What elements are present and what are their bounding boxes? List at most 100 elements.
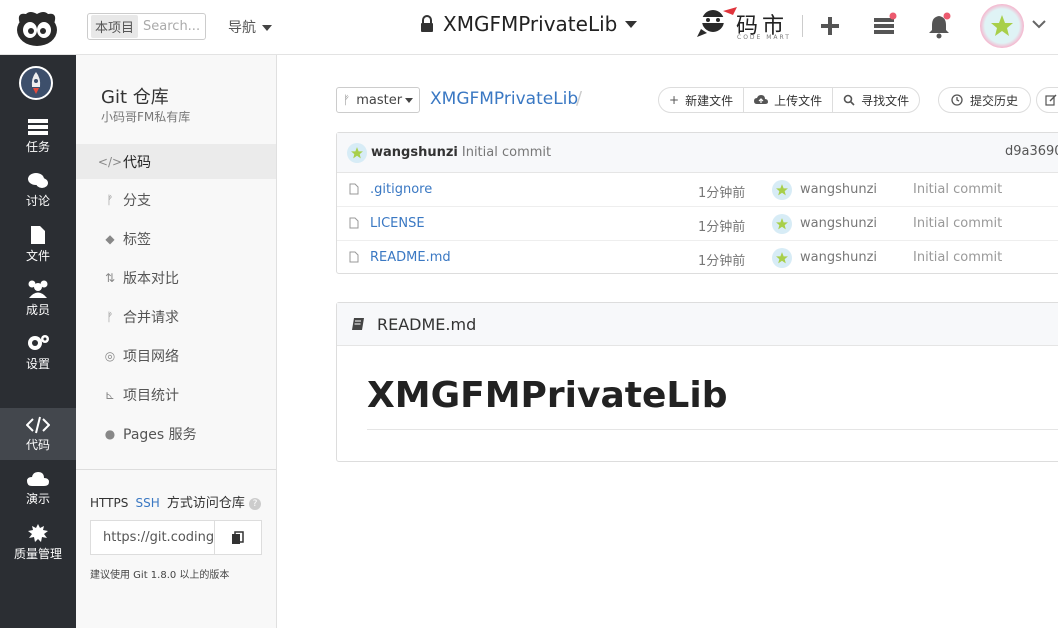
commit-sha[interactable]: d9a3690b — [1005, 144, 1058, 159]
main-content: ᚠ master XMGFMPrivateLib / + 新建文件 上传文件 寻… — [277, 55, 1058, 628]
sidebar-item-members[interactable]: 成员 — [0, 272, 76, 324]
copy-button[interactable] — [215, 521, 261, 554]
commit-history-label: 提交历史 — [970, 93, 1019, 108]
commit-author[interactable]: wangshunzi — [371, 145, 458, 160]
new-file-button[interactable]: + 新建文件 — [658, 87, 745, 113]
star-avatar-icon — [776, 184, 788, 196]
committer-avatar[interactable] — [347, 142, 367, 163]
sidebar-item-label: 代码 — [25, 437, 50, 452]
subnav-item-label: 合并请求 — [123, 309, 179, 326]
project-switcher[interactable]: XMGFMPrivateLib — [420, 12, 638, 36]
plus-icon[interactable] — [816, 12, 844, 40]
file-name[interactable]: README.md — [370, 250, 451, 265]
sidebar-item-tasks[interactable]: 任务 — [0, 110, 76, 162]
search-scope[interactable]: 本项目 — [91, 15, 139, 38]
file-commit-message[interactable]: Initial commit — [913, 216, 1002, 231]
subnav-item-merge-requests[interactable]: ᚠ 合并请求 — [76, 299, 276, 334]
upload-file-button[interactable]: 上传文件 — [743, 87, 834, 113]
network-icon: ◎ — [104, 348, 116, 363]
coding-logo-icon[interactable] — [12, 6, 62, 48]
subnav-item-code[interactable]: </> 代码 — [76, 144, 276, 179]
star-avatar-icon — [351, 146, 363, 158]
file-author-avatar[interactable] — [772, 180, 792, 200]
new-file-label: 新建文件 — [685, 93, 734, 108]
chevron-down-icon[interactable] — [1031, 18, 1047, 30]
compare-icon: ⇅ — [104, 270, 116, 285]
sidebar-item-demo[interactable]: 演示 — [0, 462, 76, 514]
file-author[interactable]: wangshunzi — [800, 250, 877, 265]
subnav-item-label: 项目网络 — [123, 348, 179, 365]
file-name[interactable]: LICENSE — [370, 216, 425, 231]
commit-history-button[interactable]: 提交历史 — [938, 87, 1032, 113]
search-input[interactable]: Search... — [143, 19, 200, 34]
app-sidebar: 任务 讨论 文件 成员 设置 代码 演示 质量管理 — [0, 55, 76, 628]
find-file-button[interactable]: 寻找文件 — [832, 87, 921, 113]
rocket-icon — [31, 72, 41, 94]
subnav-item-tags[interactable]: ◆ 标签 — [76, 221, 276, 256]
nav-dropdown[interactable]: 导航 — [228, 17, 272, 37]
top-bar: 本项目 Search... 导航 XMGFMPrivateLib 码市 CODE… — [0, 0, 1058, 55]
task-list-icon[interactable] — [870, 12, 898, 40]
subnav-item-stats[interactable]: ⊾ 项目统计 — [76, 377, 276, 412]
sidebar-item-files[interactable]: 文件 — [0, 218, 76, 270]
book-icon — [352, 318, 364, 330]
subnav-item-compare[interactable]: ⇅ 版本对比 — [76, 260, 276, 295]
file-icon — [349, 183, 359, 195]
code-icon — [26, 416, 50, 433]
file-author-avatar[interactable] — [772, 214, 792, 234]
file-actions: + 新建文件 上传文件 寻找文件 — [658, 87, 921, 113]
star-avatar-icon — [991, 15, 1013, 36]
file-commit-message[interactable]: Initial commit — [913, 250, 1002, 265]
ssh-toggle[interactable]: SSH — [135, 496, 159, 510]
subnav-item-label: 标签 — [123, 231, 151, 248]
subnav-item-network[interactable]: ◎ 项目网络 — [76, 338, 276, 373]
subnav-item-label: Pages 服务 — [123, 426, 197, 443]
subnav-item-pages[interactable]: ● Pages 服务 — [76, 416, 276, 451]
file-name[interactable]: .gitignore — [370, 182, 432, 197]
git-version-note: 建议使用 Git 1.8.0 以上的版本 — [90, 570, 230, 581]
file-commit-message[interactable]: Initial commit — [913, 182, 1002, 197]
readme-filename: README.md — [377, 314, 477, 334]
file-icon — [349, 251, 359, 263]
project-avatar[interactable] — [19, 66, 53, 100]
branch-selector[interactable]: ᚠ master — [336, 87, 420, 113]
file-row: LICENSE 1分钟前 wangshunzi Initial commit — [337, 207, 1058, 241]
cloud-upload-icon — [754, 95, 769, 104]
latest-commit-bar: wangshunzi Initial commit d9a3690b — [337, 133, 1058, 173]
repo-root-link[interactable]: XMGFMPrivateLib — [430, 89, 578, 109]
file-list: wangshunzi Initial commit d9a3690b .giti… — [336, 132, 1058, 274]
subnav-item-label: 项目统计 — [123, 387, 179, 404]
file-author[interactable]: wangshunzi — [800, 182, 877, 197]
subnav-item-label: 代码 — [123, 154, 151, 171]
branch-icon: ᚠ — [106, 192, 114, 207]
sidebar-item-discussion[interactable]: 讨论 — [0, 164, 76, 216]
search-box[interactable]: 本项目 Search... — [87, 13, 206, 40]
branch-name: master — [356, 92, 403, 108]
repo-section-subtitle: 小码哥FM私有库 — [101, 110, 191, 124]
sidebar-item-settings[interactable]: 设置 — [0, 326, 76, 378]
file-author[interactable]: wangshunzi — [800, 216, 877, 231]
clock-icon — [951, 94, 963, 106]
subnav-item-branches[interactable]: ᚠ 分支 — [76, 182, 276, 217]
members-icon — [28, 280, 48, 298]
clone-url-input[interactable]: https://git.coding — [91, 521, 215, 554]
star-avatar-icon — [776, 218, 788, 230]
edit-icon — [1045, 94, 1057, 106]
stats-icon: ⊾ — [104, 387, 116, 402]
bell-icon[interactable] — [925, 12, 953, 40]
edit-button[interactable] — [1036, 87, 1058, 113]
https-toggle[interactable]: HTTPS — [90, 496, 128, 510]
file-icon — [349, 217, 359, 229]
user-avatar[interactable] — [980, 4, 1024, 48]
cloud-icon — [27, 471, 49, 486]
caret-down-icon — [625, 20, 638, 28]
file-author-avatar[interactable] — [772, 248, 792, 268]
sidebar-item-quality[interactable]: 质量管理 — [0, 516, 76, 568]
sidebar-item-code[interactable]: 代码 — [0, 408, 76, 460]
sidebar-item-label: 任务 — [25, 139, 50, 154]
sidebar-item-label: 讨论 — [25, 193, 50, 208]
help-icon[interactable]: ? — [249, 497, 262, 510]
commit-message[interactable]: Initial commit — [462, 145, 551, 160]
path-separator: / — [576, 88, 583, 109]
caret-down-icon — [262, 25, 272, 31]
